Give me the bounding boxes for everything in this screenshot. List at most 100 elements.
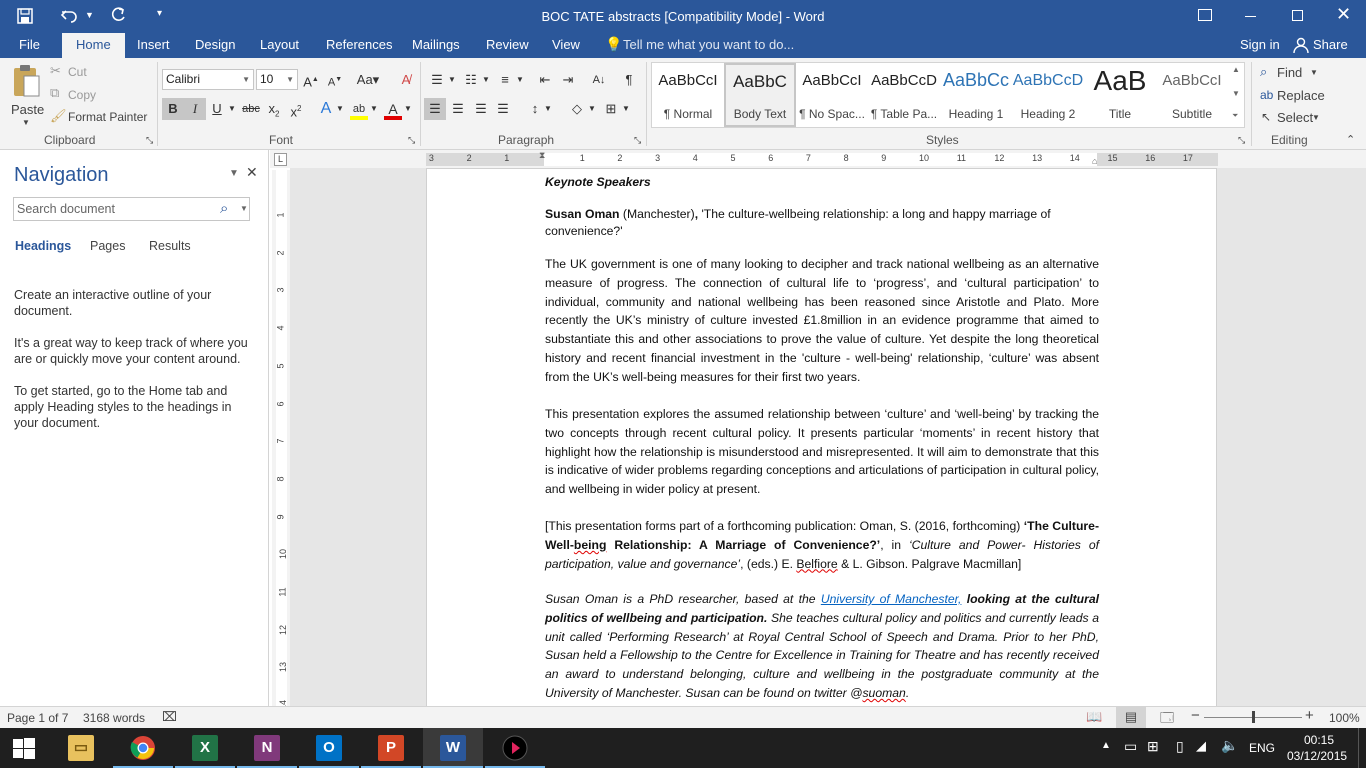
- font-launcher-icon[interactable]: ⤡: [408, 135, 415, 146]
- print-layout-icon[interactable]: ▤: [1116, 706, 1146, 728]
- style-table-paragraph[interactable]: AaBbCcD ¶ Table Pa...: [868, 63, 940, 127]
- volume-icon[interactable]: 🔈: [1221, 737, 1238, 754]
- keynote-heading[interactable]: Keynote Speakers: [545, 173, 1099, 192]
- align-center-button[interactable]: ☰: [447, 98, 469, 120]
- tab-design[interactable]: Design: [195, 33, 235, 58]
- shrink-font-icon[interactable]: A▼: [324, 69, 346, 91]
- close-pane-icon[interactable]: ✕: [246, 164, 258, 181]
- style-no-spacing[interactable]: AaBbCcI ¶ No Spac...: [796, 63, 868, 127]
- paste-button[interactable]: Paste ▼: [6, 62, 46, 130]
- tab-references[interactable]: References: [326, 33, 392, 58]
- page-count[interactable]: Page 1 of 7: [7, 711, 68, 725]
- numbering-dropdown-icon[interactable]: ▼: [480, 69, 492, 91]
- align-left-button[interactable]: ☰: [424, 98, 446, 120]
- style-title[interactable]: AaB Title: [1084, 63, 1156, 127]
- strikethrough-button[interactable]: abc: [240, 98, 262, 120]
- font-name-combo[interactable]: Calibri ▼: [162, 69, 254, 90]
- tab-pages[interactable]: Pages: [90, 239, 125, 253]
- start-button[interactable]: [0, 728, 48, 768]
- bullets-icon[interactable]: ☰: [426, 69, 448, 91]
- cut-button[interactable]: Cut: [68, 65, 87, 79]
- windows-tray-icon[interactable]: ⊞: [1147, 738, 1159, 755]
- tab-results[interactable]: Results: [149, 239, 191, 253]
- tab-headings[interactable]: Headings: [15, 239, 71, 253]
- taskbar-powerpoint[interactable]: P: [361, 728, 421, 768]
- zoom-slider-thumb[interactable]: [1252, 711, 1255, 723]
- paragraph-launcher-icon[interactable]: ⤡: [634, 135, 641, 146]
- read-mode-icon[interactable]: 📖: [1086, 709, 1102, 725]
- taskbar-word[interactable]: W: [423, 728, 483, 768]
- speaker-bio[interactable]: Susan Oman is a PhD researcher, based at…: [545, 590, 1099, 703]
- right-indent-marker[interactable]: ⌂: [1092, 156, 1097, 166]
- publication-note[interactable]: [This presentation forms part of a forth…: [545, 517, 1099, 573]
- underline-dropdown-icon[interactable]: ▼: [226, 98, 238, 120]
- collapse-ribbon-icon[interactable]: ⌃: [1346, 133, 1355, 146]
- style-body-text[interactable]: AaBbC Body Text: [724, 63, 796, 127]
- justify-button[interactable]: ☰: [492, 98, 514, 120]
- taskbar-onenote[interactable]: N: [237, 728, 297, 768]
- abstract-paragraph-1[interactable]: The UK government is one of many looking…: [545, 255, 1099, 387]
- font-color-dropdown-icon[interactable]: ▼: [402, 98, 414, 120]
- decrease-indent-icon[interactable]: ⇤: [534, 69, 556, 91]
- clock-date[interactable]: 03/12/2015: [1287, 749, 1347, 763]
- tell-me-box[interactable]: Tell me what you want to do...: [623, 33, 794, 58]
- superscript-button[interactable]: x2: [285, 98, 307, 120]
- select-button[interactable]: Select: [1277, 110, 1313, 125]
- multilevel-dropdown-icon[interactable]: ▼: [514, 69, 526, 91]
- font-size-combo[interactable]: 10 ▼: [256, 69, 298, 90]
- style-subtitle[interactable]: AaBbCcI Subtitle: [1156, 63, 1228, 127]
- network-icon[interactable]: ◢: [1196, 738, 1206, 754]
- tab-view[interactable]: View: [552, 33, 580, 58]
- multilevel-list-icon[interactable]: ≡: [494, 69, 516, 91]
- minimize-icon[interactable]: [1245, 16, 1256, 17]
- subscript-button[interactable]: x2: [263, 98, 285, 120]
- taskbar-excel[interactable]: X: [175, 728, 235, 768]
- underline-button[interactable]: U: [206, 98, 228, 120]
- style-normal[interactable]: AaBbCcI ¶ Normal: [652, 63, 724, 127]
- taskbar-outlook[interactable]: O: [299, 728, 359, 768]
- borders-dropdown-icon[interactable]: ▼: [620, 98, 632, 120]
- taskbar-file-explorer[interactable]: ▭: [51, 728, 111, 768]
- shading-dropdown-icon[interactable]: ▼: [586, 98, 598, 120]
- styles-launcher-icon[interactable]: ⤡: [1238, 135, 1245, 146]
- document-page[interactable]: Keynote Speakers Susan Oman (Manchester)…: [426, 168, 1217, 706]
- zoom-in-icon[interactable]: +: [1305, 707, 1314, 724]
- align-right-button[interactable]: ☰: [470, 98, 492, 120]
- ribbon-display-options-icon[interactable]: [1198, 9, 1212, 21]
- tab-insert[interactable]: Insert: [137, 33, 170, 58]
- close-icon[interactable]: ✕: [1336, 4, 1351, 25]
- highlight-icon[interactable]: ab: [348, 98, 370, 120]
- horizontal-ruler[interactable]: L 3 2 1 1 2 3 4 5 6 7 8 9 10 11 12 13 14 15 16 17 ⧗ ⌂: [270, 150, 1366, 168]
- search-document-box[interactable]: Search document ⌕ ▼: [13, 197, 250, 221]
- zoom-level[interactable]: 100%: [1329, 711, 1360, 725]
- taskbar-chrome[interactable]: [113, 728, 173, 768]
- restore-icon[interactable]: [1292, 10, 1303, 21]
- bold-button[interactable]: B: [162, 98, 184, 120]
- left-indent-marker[interactable]: ⧗: [539, 150, 545, 161]
- highlight-dropdown-icon[interactable]: ▼: [368, 98, 380, 120]
- find-dropdown-icon[interactable]: ▼: [1310, 68, 1318, 77]
- search-icon[interactable]: ⌕: [220, 200, 228, 217]
- font-color-icon[interactable]: A: [382, 98, 404, 120]
- notification-center-icon[interactable]: [1358, 728, 1366, 768]
- tab-layout[interactable]: Layout: [260, 33, 299, 58]
- speaker-line[interactable]: Susan Oman (Manchester), 'The culture-we…: [545, 206, 1099, 239]
- text-effects-dropdown-icon[interactable]: ▼: [334, 98, 346, 120]
- italic-button[interactable]: I: [184, 98, 206, 120]
- share-button[interactable]: Share: [1287, 33, 1348, 58]
- style-heading-1[interactable]: AaBbCc Heading 1: [940, 63, 1012, 127]
- show-hidden-icons[interactable]: ▲: [1101, 740, 1111, 751]
- select-dropdown-icon[interactable]: ▼: [1312, 113, 1320, 122]
- style-heading-2[interactable]: AaBbCcD Heading 2: [1012, 63, 1084, 127]
- tab-mailings[interactable]: Mailings: [412, 33, 460, 58]
- show-formatting-icon[interactable]: ¶: [618, 69, 640, 91]
- sort-icon[interactable]: A↓: [588, 69, 610, 91]
- taskbar-app[interactable]: [485, 728, 545, 768]
- university-link[interactable]: University of Manchester,: [821, 592, 962, 606]
- tab-review[interactable]: Review: [486, 33, 529, 58]
- abstract-paragraph-2[interactable]: This presentation explores the assumed r…: [545, 405, 1099, 499]
- battery-icon[interactable]: ▯: [1176, 738, 1184, 755]
- bullets-dropdown-icon[interactable]: ▼: [446, 69, 458, 91]
- clock-time[interactable]: 00:15: [1304, 733, 1334, 747]
- search-dropdown-icon[interactable]: ▼: [240, 204, 248, 213]
